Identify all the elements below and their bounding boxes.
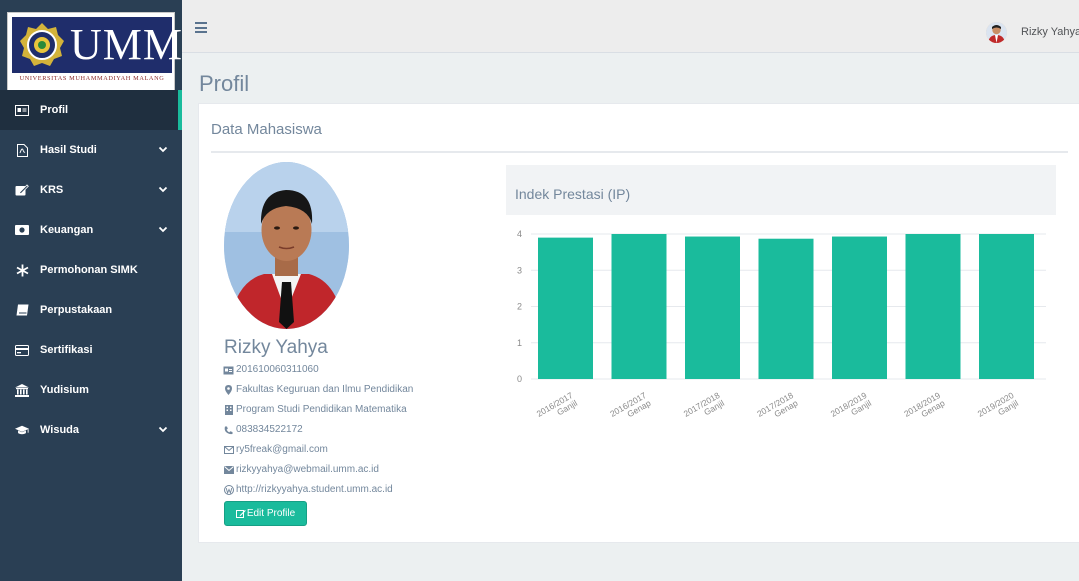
- website-line: http://rizkyyahya.student.umm.ac.id: [223, 483, 393, 497]
- snowflake-icon: [15, 263, 29, 277]
- sidebar-item-perpustakaan[interactable]: Perpustakaan: [0, 290, 182, 330]
- bar-2[interactable]: [685, 236, 740, 379]
- faculty-line: Fakultas Keguruan dan Ilmu Pendidikan: [223, 383, 413, 397]
- bar-3[interactable]: [758, 238, 814, 379]
- panel-divider: [211, 151, 1068, 153]
- user-name: Rizky Yahya: [1021, 26, 1079, 38]
- avatar: [986, 21, 1007, 43]
- profile-photo: [224, 162, 349, 329]
- logo-banner: UMM: [12, 17, 182, 73]
- x-tick-label: 2016/2017Genap: [608, 390, 653, 427]
- y-tick-label: 0: [517, 374, 522, 384]
- bar-4[interactable]: [832, 236, 887, 379]
- bar-5[interactable]: [905, 234, 961, 379]
- edit-icon: [235, 510, 246, 518]
- top-navbar: Rizky Yahya: [182, 0, 1079, 53]
- sidebar-item-keuangan[interactable]: Keuangan: [0, 210, 182, 250]
- credit-card-icon: [15, 343, 29, 357]
- chart-header: Indek Prestasi (IP): [506, 165, 1056, 215]
- student-name: Rizky Yahya: [224, 337, 328, 358]
- id-card-icon: [223, 365, 234, 375]
- program-line: Program Studi Pendidikan Matematika: [223, 403, 407, 417]
- y-tick-label: 2: [517, 302, 522, 312]
- id-card-icon: [15, 103, 29, 117]
- sidebar-menu: Profil Hasil Studi KRS Keuangan Permohonan S…: [0, 90, 182, 450]
- edit-icon: [15, 183, 29, 197]
- sidebar-item-yudisium[interactable]: Yudisium: [0, 370, 182, 410]
- edit-profile-label: Edit Profile: [246, 508, 296, 519]
- envelope-icon: [223, 465, 234, 475]
- chevron-down-icon: [158, 422, 168, 436]
- nim-value: 201610060311060: [236, 364, 319, 375]
- chart-title: Indek Prestasi (IP): [515, 186, 631, 202]
- y-tick-label: 4: [517, 229, 522, 239]
- sidebar-item-profil[interactable]: Profil: [0, 90, 182, 130]
- profile-panel: Data Mahasiswa Rizky Yahya 2016100603110…: [198, 103, 1079, 543]
- sidebar-item-label: Permohonan SIMK: [40, 264, 138, 276]
- webmail-line: rizkyyahya@webmail.umm.ac.id: [223, 463, 379, 477]
- chevron-down-icon: [158, 182, 168, 196]
- x-tick-label: 2016/2017Ganjil: [535, 390, 580, 427]
- sidebar-item-hasil-studi[interactable]: Hasil Studi: [0, 130, 182, 170]
- sidebar-item-label: Profil: [40, 104, 69, 116]
- building-icon: [223, 405, 234, 415]
- phone-value: 083834522172: [236, 424, 303, 435]
- x-tick-label: 2019/2020Ganjil: [976, 390, 1021, 427]
- x-tick-label: 2018/2019Genap: [902, 390, 947, 427]
- sidebar-item-label: Sertifikasi: [40, 344, 93, 356]
- sidebar-item-permohonan-simk[interactable]: Permohonan SIMK: [0, 250, 182, 290]
- y-tick-label: 3: [517, 265, 522, 275]
- nim-line: 201610060311060: [223, 363, 319, 377]
- graduation-cap-icon: [15, 423, 29, 437]
- book-icon: [15, 303, 29, 317]
- umm-logo[interactable]: UMM UNIVERSITAS MUHAMMADIYAH MALANG: [7, 12, 182, 92]
- email-line: ry5freak@gmail.com: [223, 443, 328, 457]
- bar-6[interactable]: [979, 234, 1034, 379]
- ip-bar-chart: 0 1 2 3 4 2016/2017Ganjil 2016/2017Genap 2017/2…: [517, 229, 1046, 427]
- envelope-outline-icon: [223, 445, 234, 455]
- user-profile-menu[interactable]: Rizky Yahya: [986, 20, 1079, 44]
- umm-emblem-icon: [20, 23, 64, 66]
- email-value: ry5freak@gmail.com: [236, 444, 328, 455]
- x-tick-label: 2017/2018Ganjil: [682, 390, 727, 427]
- page-title: Profil: [199, 71, 250, 96]
- sidebar-item-wisuda[interactable]: Wisuda: [0, 410, 182, 450]
- wordpress-icon: [223, 485, 234, 495]
- x-tick-label: 2018/2019Ganjil: [829, 390, 874, 427]
- document-icon: [15, 143, 29, 157]
- sidebar: UMM UNIVERSITAS MUHAMMADIYAH MALANG Prof…: [0, 0, 182, 581]
- edit-profile-button[interactable]: Edit Profile: [224, 501, 307, 526]
- sidebar-item-label: Keuangan: [40, 224, 94, 236]
- logo-text: UMM: [70, 20, 184, 69]
- logo-subtitle: UNIVERSITAS MUHAMMADIYAH MALANG: [19, 75, 165, 82]
- bar-0[interactable]: [538, 237, 593, 379]
- sidebar-item-krs[interactable]: KRS: [0, 170, 182, 210]
- chevron-down-icon: [158, 222, 168, 236]
- bar-1[interactable]: [611, 234, 667, 379]
- sidebar-item-label: Yudisium: [40, 384, 89, 396]
- sidebar-item-label: Hasil Studi: [40, 144, 97, 156]
- sidebar-item-label: Wisuda: [40, 424, 80, 436]
- x-tick-label: 2017/2018Genap: [755, 390, 800, 427]
- website-value: http://rizkyyahya.student.umm.ac.id: [236, 484, 393, 495]
- y-tick-label: 1: [517, 338, 522, 348]
- institution-icon: [15, 383, 29, 397]
- sidebar-item-label: KRS: [40, 184, 64, 196]
- sidebar-item-label: Perpustakaan: [40, 304, 113, 316]
- sidebar-item-sertifikasi[interactable]: Sertifikasi: [0, 330, 182, 370]
- map-marker-icon: [223, 385, 234, 395]
- panel-title: Data Mahasiswa: [211, 121, 322, 138]
- program-value: Program Studi Pendidikan Matematika: [236, 404, 407, 415]
- chevron-down-icon: [158, 142, 168, 156]
- webmail-value: rizkyyahya@webmail.umm.ac.id: [236, 464, 379, 475]
- menu-toggle-icon[interactable]: [195, 22, 207, 33]
- phone-line: 083834522172: [223, 423, 303, 437]
- money-icon: [15, 223, 29, 237]
- faculty-value: Fakultas Keguruan dan Ilmu Pendidikan: [236, 384, 414, 395]
- phone-icon: [223, 425, 234, 435]
